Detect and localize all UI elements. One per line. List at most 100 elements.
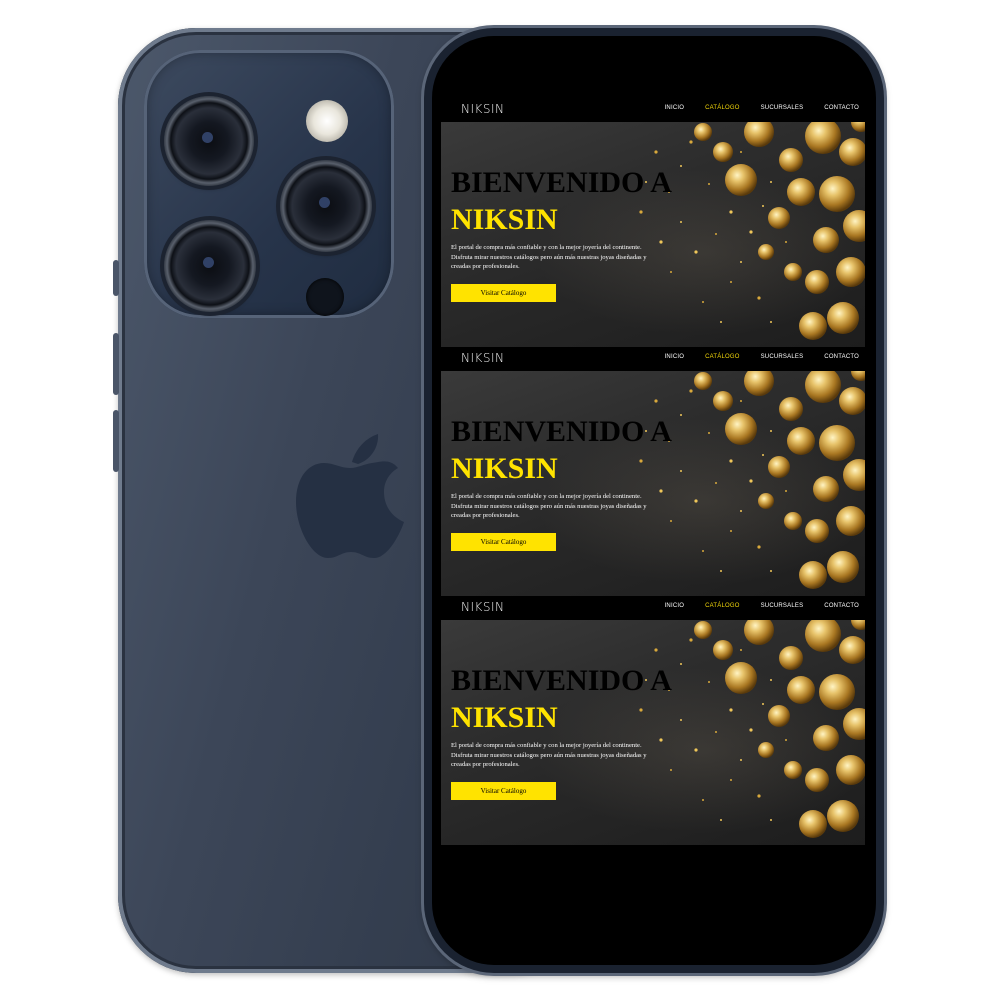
ornament-ball (744, 371, 774, 396)
visit-catalog-button[interactable]: Visitar Catálogo (451, 533, 556, 551)
nav-item-contacto[interactable]: CONTACTO (824, 105, 859, 111)
ornament-ball (805, 620, 841, 652)
visit-catalog-button[interactable]: Visitar Catálogo (451, 284, 556, 302)
nav-item-sucursales[interactable]: SUCURSALES (761, 105, 804, 111)
hero-title: BIENVENIDO A NIKSIN (451, 662, 672, 736)
glitter-dot (757, 794, 761, 798)
glitter-dot (715, 233, 717, 235)
glitter-dot (680, 221, 682, 223)
navbar: NIKSIN INICIO CATÁLOGO SUCURSALES CONTAC… (441, 347, 865, 371)
glitter-dot (670, 520, 672, 522)
ornament-ball (851, 122, 865, 132)
hero-title-line1: BIENVENIDO A (451, 664, 672, 697)
glitter-dot (680, 414, 682, 416)
glitter-dot (659, 489, 663, 493)
nav-item-catalogo[interactable]: CATÁLOGO (705, 603, 740, 609)
glitter-dot (740, 510, 742, 512)
ornament-ball (843, 210, 865, 242)
hero-description: El portal de compra más confiable y con … (451, 493, 647, 519)
volume-up-button (113, 333, 119, 395)
ornament-ball (799, 561, 827, 589)
glitter-dot (770, 570, 772, 572)
ornament-ball (758, 244, 774, 260)
visit-catalog-button[interactable]: Visitar Catálogo (451, 782, 556, 800)
nav-item-catalogo[interactable]: CATÁLOGO (705, 105, 740, 111)
glitter-dot (689, 389, 693, 393)
ornament-ball (694, 123, 712, 141)
ornament-ball (758, 742, 774, 758)
nav-menu: INICIO CATÁLOGO SUCURSALES CONTACTO (665, 603, 859, 609)
hero-title: BIENVENIDO A NIKSIN (451, 164, 672, 238)
hero-title: BIENVENIDO A NIKSIN (451, 413, 672, 487)
nav-item-contacto[interactable]: CONTACTO (824, 354, 859, 360)
glitter-dot (740, 649, 742, 651)
glitter-dot (670, 271, 672, 273)
ornament-ball (779, 646, 803, 670)
ornament-ball (839, 636, 865, 664)
ornament-ball (713, 391, 733, 411)
ornament-ball (827, 800, 859, 832)
ornament-ball (713, 640, 733, 660)
glitter-dot (749, 479, 753, 483)
glitter-dot (729, 459, 733, 463)
glitter-dot (720, 819, 722, 821)
glitter-dot (729, 210, 733, 214)
ornament-ball (784, 761, 802, 779)
ornament-ball (784, 263, 802, 281)
ornament-ball (813, 227, 839, 253)
website-preview: NIKSIN INICIO CATÁLOGO SUCURSALES CONTAC… (441, 98, 865, 347)
nav-item-inicio[interactable]: INICIO (665, 603, 685, 609)
glitter-dot (694, 250, 698, 254)
camera-bump (144, 50, 394, 318)
ornament-ball (787, 676, 815, 704)
glitter-dot (659, 240, 663, 244)
ornament-ball (843, 459, 865, 491)
glitter-dot (785, 739, 787, 741)
ornament-ball (843, 708, 865, 740)
glitter-dot (770, 819, 772, 821)
site-logo[interactable]: NIKSIN (461, 600, 505, 614)
hero-title-brand: NIKSIN (451, 203, 558, 236)
ornament-ball (713, 142, 733, 162)
glitter-dot (689, 140, 693, 144)
ornament-ball (836, 755, 865, 785)
ornament-ball (839, 138, 865, 166)
ornament-ball (768, 456, 790, 478)
glitter-dot (740, 400, 742, 402)
ornament-ball (768, 705, 790, 727)
glitter-dot (702, 799, 704, 801)
site-logo[interactable]: NIKSIN (461, 102, 505, 116)
glitter-dot (730, 530, 732, 532)
phone-screen: NIKSIN INICIO CATÁLOGO SUCURSALES CONTAC… (432, 36, 876, 965)
hero-description: El portal de compra más confiable y con … (451, 742, 647, 768)
nav-item-contacto[interactable]: CONTACTO (824, 603, 859, 609)
glitter-dot (708, 183, 710, 185)
ornament-ball (799, 312, 827, 340)
glitter-dot (740, 151, 742, 153)
ornament-ball (813, 725, 839, 751)
nav-menu: INICIO CATÁLOGO SUCURSALES CONTACTO (665, 354, 859, 360)
website-preview: NIKSIN INICIO CATÁLOGO SUCURSALES CONTAC… (441, 596, 865, 845)
ornament-ball (787, 178, 815, 206)
site-logo[interactable]: NIKSIN (461, 351, 505, 365)
nav-item-sucursales[interactable]: SUCURSALES (761, 354, 804, 360)
glitter-dot (785, 490, 787, 492)
ornament-ball (725, 164, 757, 196)
ornament-ball (805, 270, 829, 294)
ornament-ball (779, 148, 803, 172)
nav-menu: INICIO CATÁLOGO SUCURSALES CONTACTO (665, 105, 859, 111)
website-preview: NIKSIN INICIO CATÁLOGO SUCURSALES CONTAC… (441, 347, 865, 596)
mockup-stage: NIKSIN INICIO CATÁLOGO SUCURSALES CONTAC… (0, 0, 1000, 1000)
nav-item-sucursales[interactable]: SUCURSALES (761, 603, 804, 609)
nav-item-inicio[interactable]: INICIO (665, 105, 685, 111)
ornament-ball (779, 397, 803, 421)
nav-item-inicio[interactable]: INICIO (665, 354, 685, 360)
glitter-dot (720, 321, 722, 323)
ornament-ball (805, 371, 841, 403)
hero-title-line1: BIENVENIDO A (451, 415, 672, 448)
hero-title-brand: NIKSIN (451, 452, 558, 485)
nav-item-catalogo[interactable]: CATÁLOGO (705, 354, 740, 360)
glitter-dot (770, 679, 772, 681)
glitter-dot (762, 205, 764, 207)
glitter-dot (740, 261, 742, 263)
